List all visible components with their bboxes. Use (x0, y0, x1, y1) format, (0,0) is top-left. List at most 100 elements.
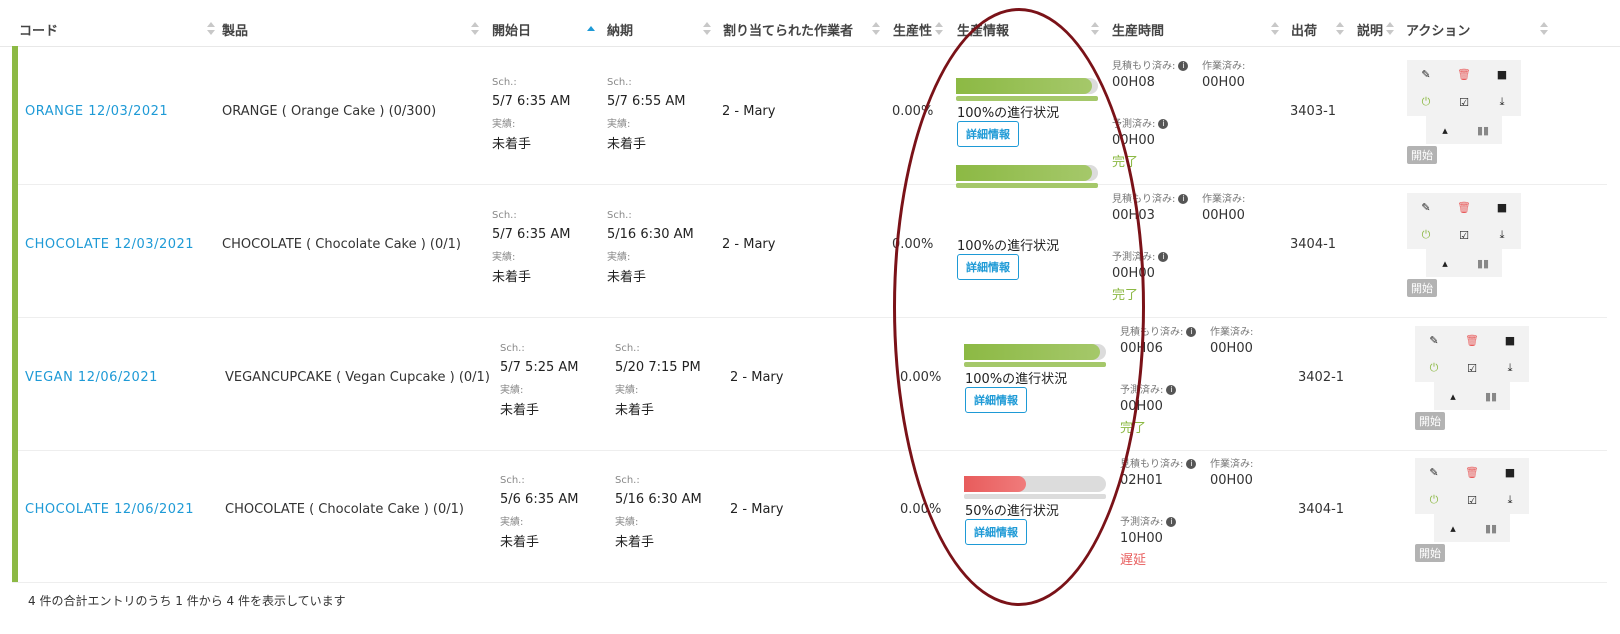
delete-icon[interactable]: 🗑 (1445, 60, 1483, 88)
barcode-icon[interactable]: ▮▮ (1472, 382, 1510, 410)
details-button[interactable]: 詳細情報 (957, 254, 1019, 280)
progress-label: 50%の進行状況 (965, 504, 1059, 519)
sort-product-icon[interactable] (471, 22, 479, 38)
due-actual-value: 未着手 (615, 403, 655, 418)
info-icon[interactable]: i (1178, 61, 1189, 71)
hierarchy-icon[interactable]: ▴ (1434, 382, 1472, 410)
header-prodtime[interactable]: 生産時間 (1112, 20, 1164, 39)
power-icon[interactable]: ⏻ (1407, 221, 1445, 249)
sort-productivity-icon[interactable] (935, 22, 943, 38)
table-header: コード 製品 開始日 納期 割り当てられた作業者 生産性 生産情報 生産時間 出… (0, 0, 1620, 47)
due-sch-value: 5/16 6:30 AM (607, 227, 694, 242)
productivity-value: 0.00% (892, 104, 934, 119)
document-icon[interactable]: ■ (1483, 60, 1521, 88)
order-code-link[interactable]: ORANGE 12/03/2021 (25, 104, 168, 119)
header-ship[interactable]: 出荷 (1291, 20, 1317, 39)
info-icon[interactable]: i (1166, 385, 1177, 395)
edit-icon[interactable]: ✎ (1407, 193, 1445, 221)
status-text: 完了 (1112, 155, 1139, 170)
due-actual-label: 実績: (615, 385, 639, 396)
sort-asc-icon[interactable] (587, 22, 595, 38)
order-code-link[interactable]: CHOCOLATE 12/03/2021 (25, 237, 194, 252)
info-icon[interactable]: i (1158, 252, 1169, 262)
start-button[interactable]: 開始 (1415, 412, 1445, 430)
hierarchy-icon[interactable]: ▴ (1426, 116, 1464, 144)
check-icon[interactable]: ☑ (1453, 354, 1491, 382)
details-button[interactable]: 詳細情報 (965, 387, 1027, 413)
download-icon[interactable]: ⤓ (1491, 354, 1529, 382)
start-button[interactable]: 開始 (1407, 279, 1437, 297)
product-name: CHOCOLATE ( Chocolate Cake ) (0/1) (222, 237, 461, 252)
start-sch-value: 5/6 6:35 AM (500, 492, 579, 507)
start-button[interactable]: 開始 (1415, 544, 1445, 562)
details-button[interactable]: 詳細情報 (965, 519, 1027, 545)
header-prodinfo[interactable]: 生産情報 (957, 20, 1009, 39)
progress-label: 100%の進行状況 (957, 239, 1060, 254)
download-icon[interactable]: ⤓ (1491, 486, 1529, 514)
power-icon[interactable]: ⏻ (1415, 354, 1453, 382)
sort-prodinfo-icon[interactable] (1091, 22, 1099, 38)
header-code[interactable]: コード (19, 20, 58, 39)
header-worker[interactable]: 割り当てられた作業者 (723, 20, 853, 39)
shipment-number: 3404-1 (1290, 237, 1337, 252)
order-code-link[interactable]: CHOCOLATE 12/06/2021 (25, 502, 194, 517)
barcode-icon[interactable]: ▮▮ (1464, 116, 1502, 144)
barcode-icon[interactable]: ▮▮ (1464, 249, 1502, 277)
info-icon[interactable]: i (1158, 119, 1169, 129)
header-start[interactable]: 開始日 (492, 20, 531, 39)
product-name: VEGANCUPCAKE ( Vegan Cupcake ) (0/1) (225, 370, 490, 385)
progress-underline (964, 362, 1106, 367)
order-code-link[interactable]: VEGAN 12/06/2021 (25, 370, 158, 385)
sort-due-icon[interactable] (703, 22, 711, 38)
sort-prodtime-icon[interactable] (1271, 22, 1279, 38)
assigned-worker: 2 - Mary (730, 370, 784, 385)
document-icon[interactable]: ■ (1491, 326, 1529, 354)
barcode-icon[interactable]: ▮▮ (1472, 514, 1510, 542)
download-icon[interactable]: ⤓ (1483, 88, 1521, 116)
sort-desc-icon[interactable] (1386, 22, 1394, 38)
header-productivity[interactable]: 生産性 (893, 20, 932, 39)
header-due[interactable]: 納期 (607, 20, 633, 39)
download-icon[interactable]: ⤓ (1483, 221, 1521, 249)
delete-icon[interactable]: 🗑 (1445, 193, 1483, 221)
edit-icon[interactable]: ✎ (1415, 326, 1453, 354)
sort-action-icon[interactable] (1540, 22, 1548, 38)
edit-icon[interactable]: ✎ (1415, 458, 1453, 486)
document-icon[interactable]: ■ (1483, 193, 1521, 221)
progress-bar (956, 78, 1098, 101)
sort-worker-icon[interactable] (872, 22, 880, 38)
hierarchy-icon[interactable]: ▴ (1434, 514, 1472, 542)
check-icon[interactable]: ☑ (1453, 486, 1491, 514)
details-button[interactable]: 詳細情報 (957, 121, 1019, 147)
start-button[interactable]: 開始 (1407, 146, 1437, 164)
header-action[interactable]: アクション (1406, 20, 1470, 39)
shipment-number: 3402-1 (1298, 370, 1345, 385)
info-icon[interactable]: i (1186, 459, 1197, 469)
sort-ship-icon[interactable] (1336, 22, 1344, 38)
estimate-label: 見積もり済み: i (1120, 323, 1197, 338)
info-icon[interactable]: i (1186, 327, 1197, 337)
assigned-worker: 2 - Mary (722, 237, 776, 252)
due-sch-label: Sch.: (607, 77, 632, 88)
due-sch-value: 5/16 6:30 AM (615, 492, 702, 507)
document-icon[interactable]: ■ (1491, 458, 1529, 486)
table-row: CHOCOLATE 12/06/2021 CHOCOLATE ( Chocola… (12, 444, 1607, 583)
power-icon[interactable]: ⏻ (1407, 88, 1445, 116)
delete-icon[interactable]: 🗑 (1453, 326, 1491, 354)
check-icon[interactable]: ☑ (1445, 221, 1483, 249)
progress-fill (956, 165, 1093, 181)
hierarchy-icon[interactable]: ▴ (1426, 249, 1464, 277)
status-text: 完了 (1120, 421, 1147, 436)
info-icon[interactable]: i (1178, 194, 1189, 204)
delete-icon[interactable]: 🗑 (1453, 458, 1491, 486)
check-icon[interactable]: ☑ (1445, 88, 1483, 116)
edit-icon[interactable]: ✎ (1407, 60, 1445, 88)
header-product[interactable]: 製品 (222, 20, 248, 39)
sort-code-icon[interactable] (207, 22, 215, 38)
info-icon[interactable]: i (1166, 517, 1177, 527)
estimate-value: 00H03 (1112, 208, 1155, 223)
power-icon[interactable]: ⏻ (1415, 486, 1453, 514)
start-actual-value: 未着手 (492, 137, 532, 152)
header-desc[interactable]: 説明 (1357, 20, 1383, 39)
progress-label: 100%の進行状況 (957, 106, 1060, 121)
